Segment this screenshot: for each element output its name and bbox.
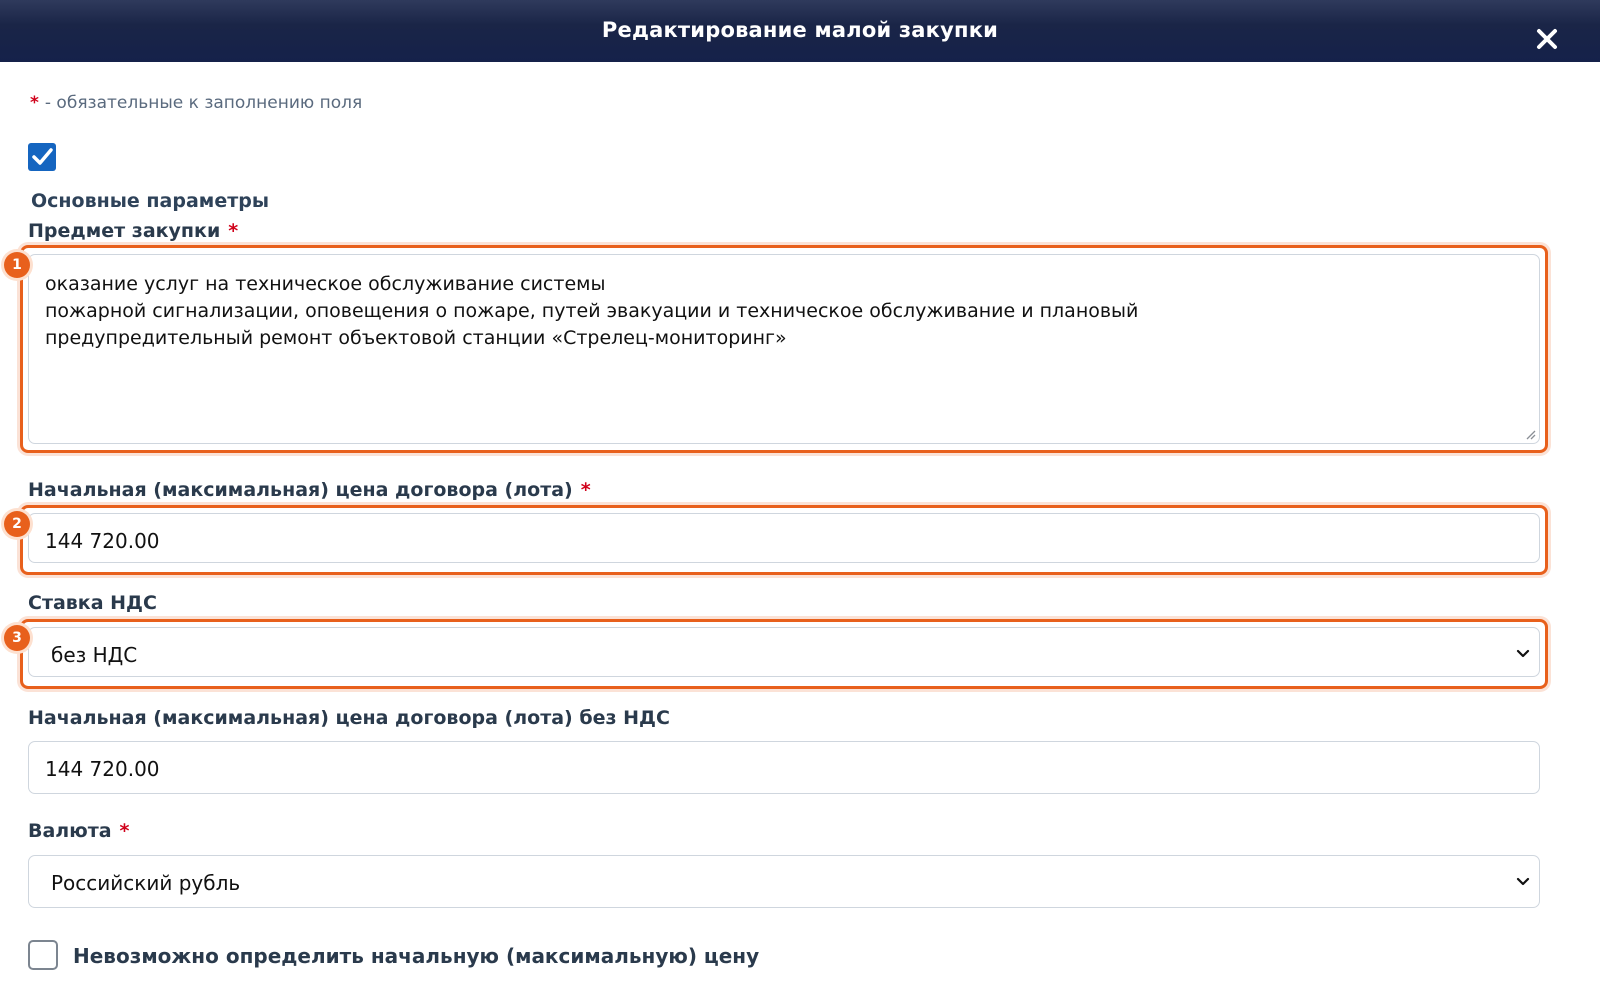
modal-header: Редактирование малой закупки [0, 0, 1600, 62]
required-star: * [580, 479, 591, 501]
required-fields-note: * - обязательные к заполнению поля [30, 93, 362, 113]
annotation-badge-3: 3 [4, 625, 30, 651]
section-title: Основные параметры [31, 190, 270, 212]
annotation-badge-2: 2 [4, 511, 30, 537]
subject-label: Предмет закупки * [28, 220, 238, 242]
subject-line-2: пожарной сигнализации, оповещения о пожа… [45, 300, 1139, 322]
vat-rate-label-text: Ставка НДС [28, 592, 157, 614]
subject-line-1: оказание услуг на техническое обслуживан… [45, 273, 606, 295]
price-without-vat-label: Начальная (максимальная) цена договора (… [28, 707, 670, 729]
currency-label: Валюта * [28, 820, 129, 842]
chevron-down-icon [1516, 877, 1530, 886]
subject-label-text: Предмет закупки [28, 220, 221, 242]
price-without-vat-input[interactable]: 144 720.00 [28, 741, 1540, 794]
required-star: * [228, 220, 239, 242]
subject-line-3: предупредительный ремонт объектовой стан… [45, 327, 787, 349]
subject-textarea[interactable]: оказание услуг на техническое обслуживан… [28, 254, 1540, 444]
chevron-down-icon [1516, 649, 1530, 658]
close-icon[interactable] [1532, 24, 1562, 54]
initial-price-label: Начальная (максимальная) цена договора (… [28, 479, 591, 501]
currency-select[interactable]: Российский рубль [28, 855, 1540, 908]
initial-price-label-text: Начальная (максимальная) цена договора (… [28, 479, 573, 501]
initial-price-input[interactable]: 144 720.00 [28, 513, 1540, 563]
annotation-badge-1: 1 [4, 252, 30, 278]
cannot-determine-price-label: Невозможно определить начальную (максима… [73, 944, 760, 968]
currency-label-text: Валюта [28, 820, 112, 842]
modal-title: Редактирование малой закупки [601, 18, 999, 42]
price-without-vat-label-text: Начальная (максимальная) цена договора (… [28, 707, 670, 729]
vat-rate-value: без НДС [51, 643, 138, 667]
checkmark-icon [32, 148, 53, 165]
required-star: * [119, 820, 130, 842]
currency-value: Российский рубль [51, 871, 241, 895]
required-note-text: - обязательные к заполнению поля [44, 93, 363, 113]
cannot-determine-price-checkbox[interactable] [28, 940, 58, 970]
resize-handle-icon[interactable] [1524, 428, 1536, 440]
section-toggle-checkbox[interactable] [28, 143, 56, 171]
required-star: * [30, 93, 39, 113]
vat-rate-select[interactable]: без НДС [28, 627, 1540, 677]
vat-rate-label: Ставка НДС [28, 592, 157, 614]
